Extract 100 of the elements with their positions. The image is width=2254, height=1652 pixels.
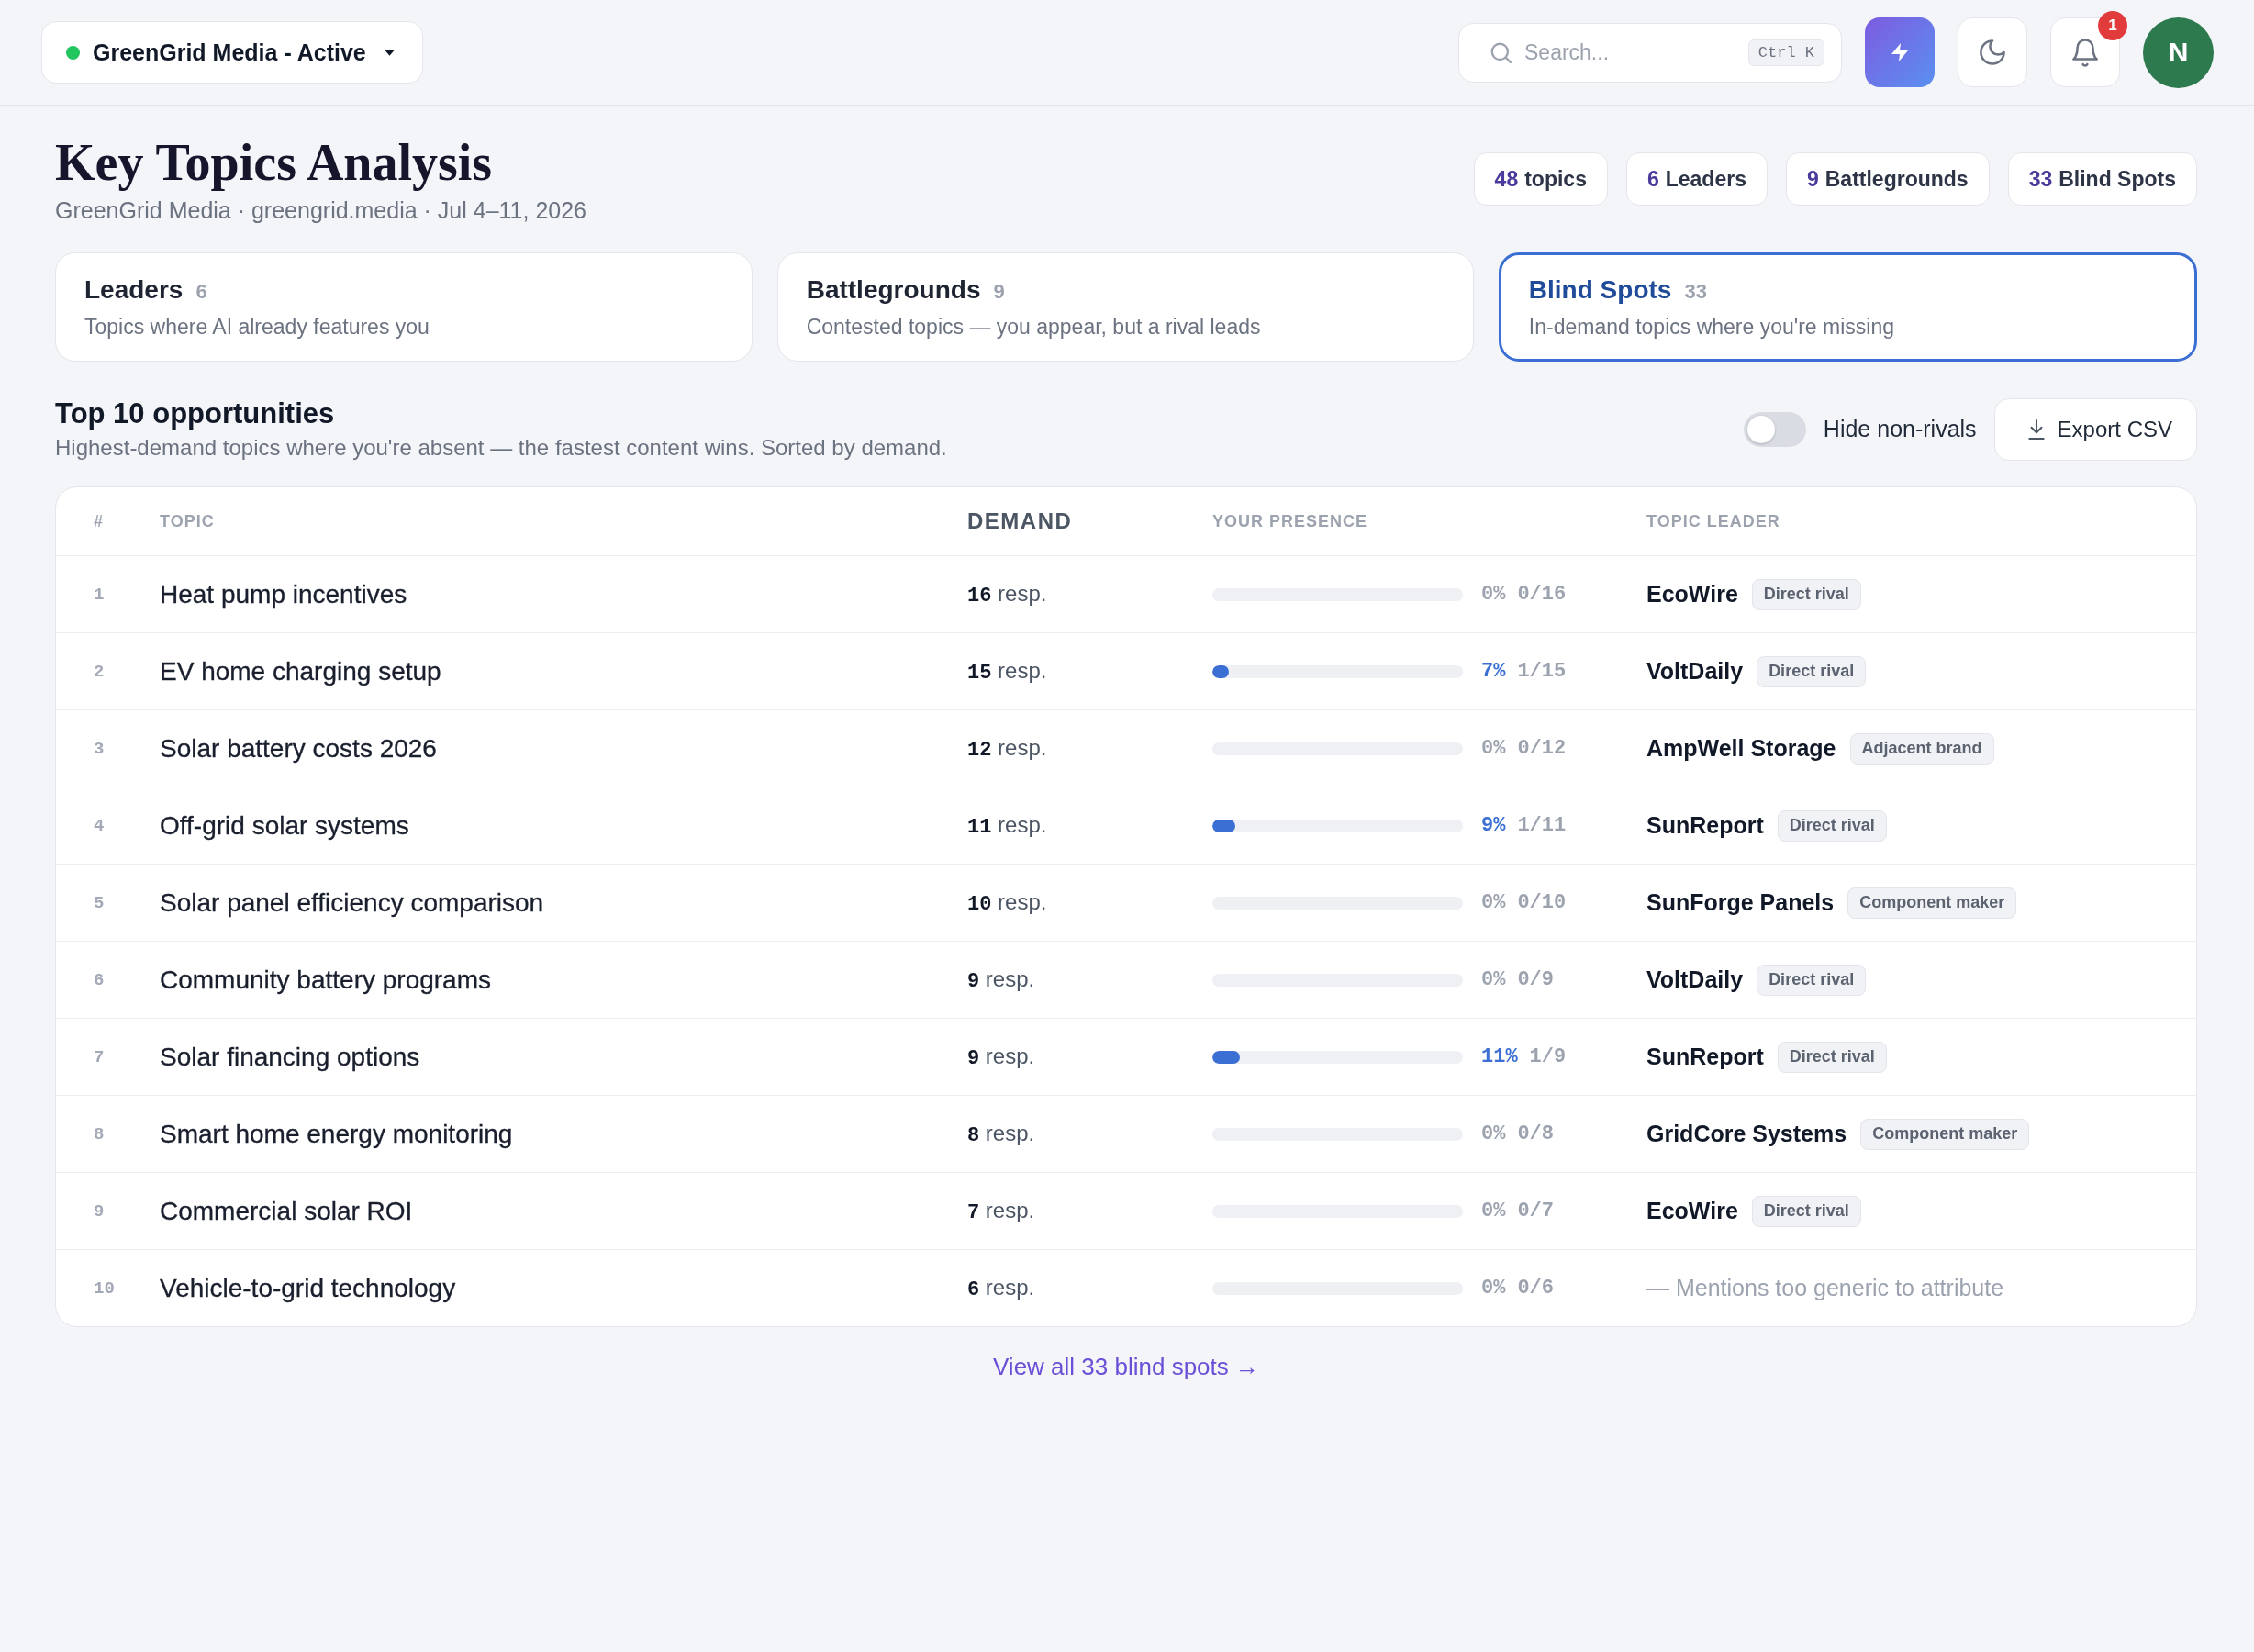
leader-tag: Direct rival: [1751, 1195, 1861, 1227]
presence-percent: 0%: [1481, 737, 1506, 760]
demand-count: 7 resp.: [967, 1198, 1035, 1224]
leader-name: VoltDaily: [1646, 966, 1744, 993]
segment-title: Blind Spots: [1528, 274, 1672, 306]
leader-tag: Direct rival: [1757, 655, 1867, 687]
toggle-label: Hide non-rivals: [1823, 416, 1977, 442]
presence-count: 0/9: [1517, 968, 1554, 991]
export-button[interactable]: Export CSV: [1993, 397, 2197, 461]
stat-label: Blind Spots: [2059, 166, 2176, 192]
search-field[interactable]: Search... Ctrl K: [1458, 22, 1842, 83]
notification-badge: 1: [2098, 11, 2127, 40]
demand-count: 15 resp.: [967, 658, 1047, 685]
segment-count: 33: [1684, 280, 1707, 304]
presence-count: 1/9: [1529, 1045, 1567, 1068]
presence-percent: 0%: [1481, 1122, 1506, 1145]
leader-name: SunForge Panels: [1646, 889, 1835, 916]
lightning-icon: [1891, 42, 1908, 62]
presence-percent: 9%: [1481, 814, 1506, 837]
keyboard-shortcut: Ctrl K: [1747, 39, 1824, 66]
leader-tag: Component maker: [1860, 1118, 2030, 1150]
workspace-name: GreenGrid Media - Active: [93, 39, 366, 66]
presence-percent: 7%: [1481, 660, 1506, 683]
rank-number: 3: [94, 738, 105, 759]
search-input[interactable]: Search...: [1524, 38, 1735, 67]
page-title: Key Topics Analysis: [55, 133, 493, 192]
leader-tag: Direct rival: [1777, 1041, 1887, 1073]
segment-description: Contested topics — you appear, but a rival leads: [806, 314, 1261, 340]
stat-label: Leaders: [1665, 166, 1746, 192]
presence-percent: 0%: [1481, 583, 1506, 606]
segment-description: In-demand topics where you're missing: [1528, 314, 1894, 340]
rank-number: 6: [94, 969, 105, 990]
leader-name: EcoWire: [1646, 1198, 1738, 1224]
presence-count: 0/6: [1517, 1277, 1554, 1300]
topic-name: Vehicle-to-grid technology: [160, 1273, 456, 1303]
topic-name: Community battery programs: [160, 965, 491, 995]
leader-name: VoltDaily: [1646, 658, 1744, 685]
rank-number: 4: [94, 815, 105, 836]
bell-icon: [2072, 38, 2098, 67]
topic-name: Smart home energy monitoring: [160, 1119, 513, 1149]
leader-tag: Direct rival: [1757, 964, 1867, 996]
rank-number: 1: [94, 584, 105, 605]
demand-count: 10 resp.: [967, 889, 1047, 916]
section-title: Top 10 opportunities: [55, 396, 335, 431]
stat-value: 6: [1646, 166, 1659, 192]
rank-number: 9: [94, 1200, 105, 1222]
presence-percent: 0%: [1481, 968, 1506, 991]
leader-note: — Mentions too generic to attribute: [1646, 1275, 2004, 1301]
segment-card[interactable]: Blind Spots 33 In-demand topics where you're missing: [1499, 252, 2197, 362]
stat-value: 48: [1494, 166, 1519, 192]
column-header[interactable]: DEMAND: [967, 508, 1073, 534]
toggle-switch[interactable]: [1743, 411, 1806, 447]
theme-button[interactable]: [1958, 17, 2027, 87]
rank-number: 2: [94, 661, 105, 682]
presence-percent: 0%: [1481, 1277, 1506, 1300]
presence-count: 0/10: [1517, 891, 1567, 914]
rank-number: 8: [94, 1123, 105, 1144]
workspace-selector[interactable]: GreenGrid Media - Active: [41, 21, 423, 84]
presence-count: 0/7: [1517, 1200, 1554, 1222]
leader-name: AmpWell Storage: [1646, 735, 1836, 762]
rank-number: 7: [94, 1046, 105, 1067]
topic-name: Solar financing options: [160, 1042, 420, 1072]
presence-count: 0/16: [1517, 583, 1567, 606]
topic-name: Solar panel efficiency comparison: [160, 887, 544, 918]
presence-percent: 0%: [1481, 1200, 1506, 1222]
avatar-button[interactable]: N: [2143, 17, 2214, 88]
segment-title: Leaders: [84, 274, 184, 306]
demand-count: 6 resp.: [967, 1275, 1035, 1301]
presence-percent: 11%: [1481, 1045, 1518, 1068]
stat-label: topics: [1524, 166, 1587, 192]
rank-number: 5: [94, 892, 105, 913]
lightning-button[interactable]: [1865, 17, 1935, 87]
rank-number: 10: [94, 1278, 115, 1299]
leader-name: SunReport: [1646, 1044, 1764, 1070]
demand-count: 9 resp.: [967, 966, 1035, 993]
view-all-link[interactable]: View all 33 blind spots →: [993, 1351, 1259, 1382]
leader-tag: Adjacent brand: [1849, 732, 1994, 765]
page-subtitle: GreenGrid Media · greengrid.media · Jul 4–11, 2026: [55, 196, 587, 225]
demand-count: 8 resp.: [967, 1121, 1035, 1147]
segment-count: 6: [195, 280, 207, 304]
presence-count: 0/8: [1517, 1122, 1554, 1145]
moon-icon: [1980, 39, 2005, 65]
stat-label: Battlegrounds: [1824, 166, 1969, 192]
presence-count: 1/11: [1517, 814, 1567, 837]
segment-card[interactable]: Battlegrounds 9 Contested topics — you appear, but a rival leads: [776, 252, 1475, 362]
leader-name: SunReport: [1646, 812, 1764, 839]
topic-name: Commercial solar ROI: [160, 1196, 413, 1226]
segment-card[interactable]: Leaders 6 Topics where AI already features you: [55, 252, 753, 362]
topic-name: Heat pump incentives: [160, 579, 407, 609]
section-subtitle: Highest-demand topics where you're absent — the fastest content wins. Sorted by demand.: [55, 434, 947, 462]
demand-count: 11 resp.: [967, 812, 1047, 839]
caret-icon: [384, 49, 395, 56]
leader-name: GridCore Systems: [1646, 1121, 1847, 1147]
demand-count: 9 resp.: [967, 1044, 1035, 1070]
demand-count: 16 resp.: [967, 581, 1047, 608]
presence-count: 0/12: [1517, 737, 1567, 760]
leader-tag: Direct rival: [1777, 809, 1887, 842]
stat-value: 33: [2028, 166, 2053, 192]
leader-name: EcoWire: [1646, 581, 1738, 608]
stat-value: 9: [1806, 166, 1819, 192]
